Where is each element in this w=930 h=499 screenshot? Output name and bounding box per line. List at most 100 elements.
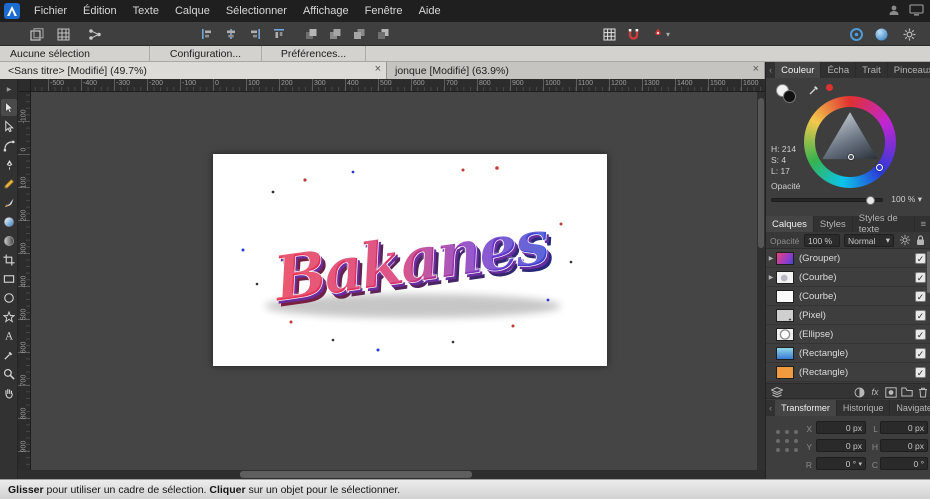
menu-fenetre[interactable]: Fenêtre [357, 0, 411, 22]
pan-tool[interactable] [1, 384, 17, 401]
opacity-value[interactable]: 100 % ▾ [888, 194, 922, 205]
align-top-icon[interactable] [268, 25, 290, 43]
menu-fichier[interactable]: Fichier [26, 0, 75, 22]
mask-icon[interactable] [884, 386, 898, 398]
new-document-icon[interactable] [26, 25, 48, 43]
vertical-scrollbar[interactable] [757, 92, 765, 470]
fx-icon[interactable]: fx [868, 386, 882, 398]
corner-tool[interactable] [1, 137, 17, 154]
account-icon[interactable] [887, 3, 901, 20]
menu-affichage[interactable]: Affichage [295, 0, 357, 22]
adjustment-icon[interactable] [852, 386, 866, 398]
layer-visibility-checkbox[interactable]: ✓ [915, 253, 926, 264]
vertical-ruler[interactable]: -100010020030040050060070080090010001100 [18, 92, 31, 470]
pen-tool[interactable] [1, 156, 17, 173]
horizontal-ruler[interactable]: -500-400-300-200-10001002003004005006007… [31, 79, 765, 92]
shear-input[interactable]: 0 ° [880, 457, 928, 470]
x-input[interactable]: 0 px [816, 421, 866, 434]
node-tool[interactable] [1, 118, 17, 135]
fill-tool[interactable] [1, 213, 17, 230]
tab-styles[interactable]: Styles [814, 216, 853, 232]
tab-historique[interactable]: Historique [837, 400, 891, 416]
menu-edition[interactable]: Édition [75, 0, 125, 22]
expander-icon[interactable]: ▶ [766, 274, 776, 281]
tab-transformer[interactable]: Transformer [775, 400, 837, 416]
move-forward-icon[interactable] [324, 25, 346, 43]
layer-row[interactable]: ▶ (Grouper) ✓ [766, 249, 930, 268]
pencil-tool[interactable] [1, 175, 17, 192]
show-grid-icon[interactable] [598, 25, 620, 43]
tab-navigateur[interactable]: Navigateur [890, 400, 930, 416]
layer-visibility-checkbox[interactable]: ✓ [915, 367, 926, 378]
close-tab-icon[interactable]: × [753, 63, 759, 75]
eyedropper-icon[interactable] [808, 83, 821, 99]
brush-tool[interactable] [1, 194, 17, 211]
layer-opacity-dropdown[interactable]: 100 % [804, 234, 840, 247]
rotation-input[interactable]: 0 ° ▾ [816, 457, 866, 470]
doc-tab-jonque[interactable]: jonque [Modifié] (63.9%) × [387, 62, 765, 79]
share-icon[interactable] [84, 25, 106, 43]
tab-pinceaux[interactable]: Pinceaux [888, 62, 930, 78]
canvas[interactable]: Bakanes Bakanes Bakanes Bakanes [31, 92, 757, 470]
pen-preset-icon[interactable]: ▾ [646, 25, 676, 43]
opacity-slider-thumb[interactable] [866, 196, 875, 205]
color-sphere-icon[interactable] [870, 25, 892, 43]
anchor-point-selector[interactable] [774, 428, 800, 454]
tab-echantillons[interactable]: Écha [821, 62, 856, 78]
align-center-icon[interactable] [220, 25, 242, 43]
layer-visibility-checkbox[interactable]: ✓ [915, 291, 926, 302]
layer-visibility-checkbox[interactable]: ✓ [915, 329, 926, 340]
layer-row[interactable]: (Pixel) ✓ [766, 306, 930, 325]
layer-row[interactable]: ▶ (Courbe) ✓ [766, 268, 930, 287]
tab-trait[interactable]: Trait [856, 62, 888, 78]
tab-calques[interactable]: Calques [766, 216, 814, 232]
move-backward-icon[interactable] [348, 25, 370, 43]
y-input[interactable]: 0 px [816, 439, 866, 452]
group-icon[interactable] [900, 386, 914, 398]
layer-row[interactable]: (Courbe) ✓ [766, 287, 930, 306]
menu-selectionner[interactable]: Sélectionner [218, 0, 295, 22]
hue-selector-dot[interactable] [876, 164, 883, 171]
horizontal-scrollbar[interactable] [18, 470, 765, 479]
fill-color-swatch[interactable] [783, 90, 796, 103]
zoom-tool[interactable] [1, 365, 17, 382]
color-picker-tool[interactable] [1, 346, 17, 363]
move-to-back-icon[interactable] [372, 25, 394, 43]
transparency-tool[interactable] [1, 232, 17, 249]
menu-calque[interactable]: Calque [167, 0, 218, 22]
width-input[interactable]: 0 px [880, 421, 928, 434]
layer-row[interactable]: (Rectangle) ✓ [766, 344, 930, 363]
align-left-icon[interactable] [196, 25, 218, 43]
color-wheel[interactable] [804, 96, 896, 188]
ellipse-tool[interactable] [1, 289, 17, 306]
vertical-scrollbar-thumb[interactable] [758, 98, 764, 248]
align-right-icon[interactable] [244, 25, 266, 43]
layer-row[interactable]: (Ellipse) ✓ [766, 325, 930, 344]
menu-aide[interactable]: Aide [411, 0, 449, 22]
horizontal-scrollbar-thumb[interactable] [240, 471, 472, 478]
menu-texte[interactable]: Texte [125, 0, 167, 22]
crop-tool[interactable] [1, 251, 17, 268]
layer-visibility-checkbox[interactable]: ✓ [915, 310, 926, 321]
layer-row[interactable]: (Rectangle) ✓ [766, 363, 930, 382]
layer-visibility-checkbox[interactable]: ✓ [915, 272, 926, 283]
preferences-button[interactable]: Préférences... [262, 46, 366, 61]
move-tool[interactable] [1, 99, 17, 116]
snapping-icon[interactable] [622, 25, 644, 43]
delete-icon[interactable] [916, 386, 930, 398]
sl-selector-dot[interactable] [848, 154, 854, 160]
collapse-panel-icon[interactable]: ‹ [766, 62, 775, 78]
layer-visibility-checkbox[interactable]: ✓ [915, 348, 926, 359]
artboard[interactable]: Bakanes Bakanes Bakanes Bakanes [213, 154, 607, 366]
tab-styles-texte[interactable]: Styles de texte [853, 216, 916, 232]
doc-tab-sans-titre[interactable]: <Sans titre> [Modifié] (49.7%) × [0, 62, 387, 79]
tools-expander-icon[interactable]: ▶ [1, 81, 17, 98]
gear-icon[interactable] [898, 25, 920, 43]
color-cycle-icon[interactable] [845, 25, 867, 43]
panel-menu-icon[interactable]: ≡ [915, 216, 930, 232]
height-input[interactable]: 0 px [880, 439, 928, 452]
tab-couleur[interactable]: Couleur [775, 62, 821, 78]
opacity-slider[interactable] [771, 198, 883, 202]
star-tool[interactable] [1, 308, 17, 325]
rectangle-tool[interactable] [1, 270, 17, 287]
